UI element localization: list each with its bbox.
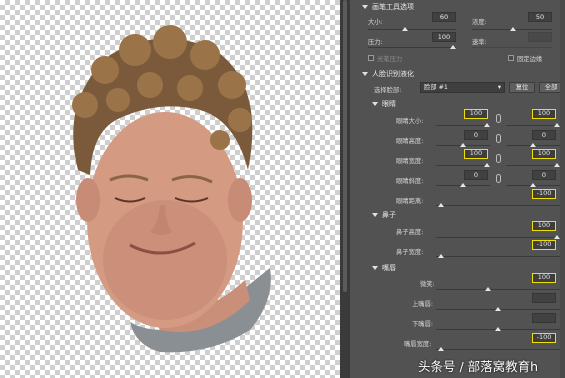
panel-scrollbar[interactable] [560, 0, 565, 378]
eye-height-right-knob[interactable] [530, 143, 536, 147]
eye-distance-knob[interactable] [438, 203, 444, 207]
brush-pressure-knob[interactable] [450, 45, 456, 49]
eye-tilt-right-knob[interactable] [530, 183, 536, 187]
select-face-label: 选择脸部: [374, 87, 402, 94]
mouth-width-knob[interactable] [438, 347, 444, 351]
select-face-value: 脸部 #1 [424, 84, 448, 91]
brush-rate-slider [472, 47, 552, 48]
smile-slider[interactable] [436, 289, 560, 290]
nose-height-label: 鼻子高度: [396, 229, 424, 236]
brush-size-knob[interactable] [402, 27, 408, 31]
eye-width-label: 眼睛宽度: [396, 158, 424, 165]
eye-height-left-field[interactable]: 0 [464, 130, 488, 140]
brush-size-slider[interactable] [368, 29, 456, 30]
lower-lip-field[interactable] [532, 313, 556, 323]
upper-lip-label: 上嘴唇: [412, 301, 434, 308]
smile-field[interactable]: 100 [532, 273, 556, 283]
eye-size-right-field[interactable]: 100 [532, 109, 556, 119]
brush-pressure-label: 压力: [368, 39, 383, 46]
brush-density-knob[interactable] [510, 27, 516, 31]
brush-density-label: 浓度: [472, 19, 487, 26]
eye-width-right-field[interactable]: 100 [532, 149, 556, 159]
reset-button[interactable]: 复位 [509, 82, 535, 93]
brush-size-field[interactable]: 60 [432, 12, 456, 22]
canvas-area[interactable] [0, 0, 340, 378]
mouth-width-slider[interactable] [436, 349, 560, 350]
upper-lip-field[interactable] [532, 293, 556, 303]
eye-width-left-field[interactable]: 100 [464, 149, 488, 159]
mouth-header[interactable]: 嘴唇 [372, 263, 396, 273]
nose-height-slider[interactable] [436, 237, 560, 238]
pin-edges-checkbox[interactable] [508, 55, 514, 61]
brush-size-label: 大小: [368, 19, 383, 26]
collapse-triangle-icon [362, 72, 368, 76]
face-aware-header[interactable]: 人脸识别液化 [362, 69, 414, 79]
select-face-dropdown[interactable]: 脸部 #1 ▾ [420, 82, 505, 93]
eye-height-right-field[interactable]: 0 [532, 130, 556, 140]
eye-size-left-slider[interactable] [436, 125, 490, 126]
eye-size-label: 眼睛大小: [396, 118, 424, 125]
mouth-width-field[interactable]: -100 [532, 333, 556, 343]
brush-pressure-slider[interactable] [368, 47, 456, 48]
lower-lip-knob[interactable] [495, 327, 501, 331]
brush-options-header[interactable]: 画笔工具选项 [362, 2, 414, 12]
collapse-triangle-icon [362, 5, 368, 9]
eye-tilt-right-field[interactable]: 0 [532, 170, 556, 180]
eye-width-left-knob[interactable] [484, 163, 490, 167]
eyes-header[interactable]: 眼睛 [372, 99, 396, 109]
eyes-title: 眼睛 [382, 100, 396, 108]
mouth-width-label: 嘴唇宽度: [404, 341, 432, 348]
brush-pressure-field[interactable]: 100 [432, 32, 456, 42]
eye-tilt-label: 眼睛斜度: [396, 178, 424, 185]
panel-divider[interactable] [340, 0, 350, 378]
brush-options-title: 画笔工具选项 [372, 3, 414, 11]
eye-size-right-slider[interactable] [506, 125, 560, 126]
link-icon[interactable] [496, 134, 501, 143]
upper-lip-knob[interactable] [495, 307, 501, 311]
pin-edges-label: 固定边缘 [517, 56, 543, 63]
eye-distance-field[interactable]: -100 [532, 189, 556, 199]
link-icon[interactable] [496, 154, 501, 163]
nose-width-knob[interactable] [438, 254, 444, 258]
eye-width-right-slider[interactable] [506, 165, 560, 166]
nose-header[interactable]: 鼻子 [372, 210, 396, 220]
smile-knob[interactable] [485, 287, 491, 291]
link-icon[interactable] [496, 114, 501, 123]
eye-size-left-field[interactable]: 100 [464, 109, 488, 119]
nose-width-label: 鼻子宽度: [396, 249, 424, 256]
nose-width-slider[interactable] [436, 256, 560, 257]
eye-height-label: 眼睛高度: [396, 138, 424, 145]
nose-height-field[interactable]: 100 [532, 221, 556, 231]
eye-height-left-knob[interactable] [460, 143, 466, 147]
lower-lip-label: 下嘴唇: [412, 321, 434, 328]
brush-rate-field [528, 32, 552, 42]
face-aware-title: 人脸识别液化 [372, 70, 414, 78]
eye-tilt-left-field[interactable]: 0 [464, 170, 488, 180]
properties-panel: 画笔工具选项 大小: 60 浓度: 50 压力: 100 速率: 光笔压力 固定… [350, 0, 565, 378]
collapse-triangle-icon [372, 102, 378, 106]
brush-density-field[interactable]: 50 [528, 12, 552, 22]
chevron-down-icon: ▾ [497, 84, 501, 91]
smile-label: 微笑: [420, 281, 435, 288]
eye-distance-label: 眼睛距离: [396, 198, 424, 205]
watermark: 头条号 / 部落窝教育h [418, 359, 539, 374]
collapse-triangle-icon [372, 213, 378, 217]
eye-tilt-left-knob[interactable] [460, 183, 466, 187]
nose-width-field[interactable]: -100 [532, 240, 556, 250]
mouth-title: 嘴唇 [382, 264, 396, 272]
nose-title: 鼻子 [382, 211, 396, 219]
eye-size-left-knob[interactable] [484, 123, 490, 127]
eye-distance-slider[interactable] [436, 205, 560, 206]
stylus-pressure-label: 光笔压力 [377, 56, 403, 63]
collapse-triangle-icon [372, 266, 378, 270]
face-photo [72, 25, 271, 353]
link-icon[interactable] [496, 174, 501, 183]
stylus-pressure-checkbox[interactable] [368, 55, 374, 61]
brush-rate-label: 速率: [472, 39, 487, 46]
eye-width-left-slider[interactable] [436, 165, 490, 166]
